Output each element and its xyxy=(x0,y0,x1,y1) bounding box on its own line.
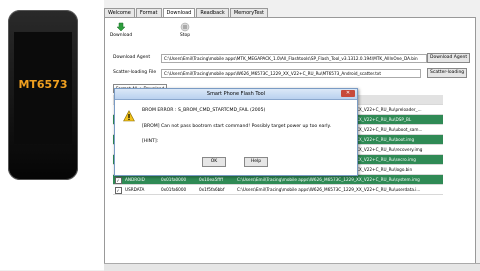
tab-bar: Welcome Format Download Readback MemoryT… xyxy=(104,8,269,18)
ok-button[interactable]: OK xyxy=(202,157,226,167)
row-name: USRDATA xyxy=(125,187,145,192)
download-button[interactable]: Download xyxy=(107,22,135,38)
row-name: ANDROID xyxy=(125,177,145,182)
stop-icon xyxy=(180,22,190,32)
row-checkbox-box[interactable]: ✓ xyxy=(114,176,122,184)
download-arrow-icon xyxy=(116,22,126,32)
row-end-address: 0x10ea5ffff xyxy=(199,177,224,182)
help-button-label: Help xyxy=(250,159,262,164)
download-button-label: Download xyxy=(109,33,133,38)
download-agent-button[interactable]: Download Agent xyxy=(427,53,471,63)
device-panel: MT6573 xyxy=(0,0,104,270)
dialog-message: [BROM] Can not pass bootrom start comman… xyxy=(142,124,332,129)
scatter-file-label: Scatter-loading File xyxy=(113,70,157,75)
ok-button-label: OK xyxy=(210,159,218,164)
dialog-body: BROM ERROR : S_BROM_CMD_STARTCMD_FAIL (2… xyxy=(115,100,357,175)
dialog-error-line: BROM ERROR : S_BROM_CMD_STARTCMD_FAIL (2… xyxy=(142,108,266,113)
tab-welcome[interactable]: Welcome xyxy=(104,8,135,17)
row-checkbox[interactable]: ✓ xyxy=(113,175,123,184)
tab-readback[interactable]: Readback xyxy=(196,8,229,17)
row-checkbox[interactable]: ✓ xyxy=(113,185,123,194)
download-agent-label: Download Agent xyxy=(113,55,151,60)
table-row[interactable]: ✓ ANDROID 0x01fa0000 0x10ea5ffff C:\Users\Em… xyxy=(113,175,443,185)
tab-memorytest[interactable]: MemoryTest xyxy=(229,8,268,17)
scatter-loading-button[interactable]: Scatter-loading xyxy=(427,68,468,78)
phone-screen: MT6573 xyxy=(14,32,72,144)
error-dialog: Smart Phone Flash Tool ✕ BROM ERROR : S_… xyxy=(114,88,358,176)
table-row[interactable]: ✓ USRDATA 0x01fa6000 0x1f5fa6bbf C:\Users\Em… xyxy=(113,185,443,195)
row-location: C:\Users\Emil\Tracing\mobile apps\W626_M… xyxy=(237,177,420,182)
phone-image: MT6573 xyxy=(8,10,78,180)
help-button[interactable]: Help xyxy=(244,157,268,167)
download-agent-button-label: Download Agent xyxy=(430,55,468,60)
warning-icon xyxy=(123,110,135,122)
stop-button[interactable]: Stop xyxy=(171,22,199,38)
device-model-label: MT6573 xyxy=(18,78,68,91)
scatter-loading-button-label: Scatter-loading xyxy=(430,70,465,75)
row-checkbox-box[interactable]: ✓ xyxy=(114,186,122,194)
row-begin-address: 0x01fa6000 xyxy=(161,187,187,192)
dialog-hint: [HINT]: xyxy=(142,139,159,144)
row-end-address: 0x1f5fa6bbf xyxy=(199,187,225,192)
tab-format[interactable]: Format xyxy=(135,8,162,17)
row-location: C:\Users\Emil\Tracing\mobile apps\W626_M… xyxy=(237,187,421,192)
scatter-file-field[interactable]: C:\Users\Emil\Tracing\mobile apps\W626_M… xyxy=(161,69,421,78)
stop-button-label: Stop xyxy=(179,33,191,38)
row-begin-address: 0x01fa0000 xyxy=(161,177,187,182)
dialog-title: Smart Phone Flash Tool xyxy=(115,89,357,100)
download-agent-field[interactable]: C:\Users\Emil\Tracing\mobile apps\MTK_ME… xyxy=(161,54,427,63)
close-icon[interactable]: ✕ xyxy=(341,90,355,97)
